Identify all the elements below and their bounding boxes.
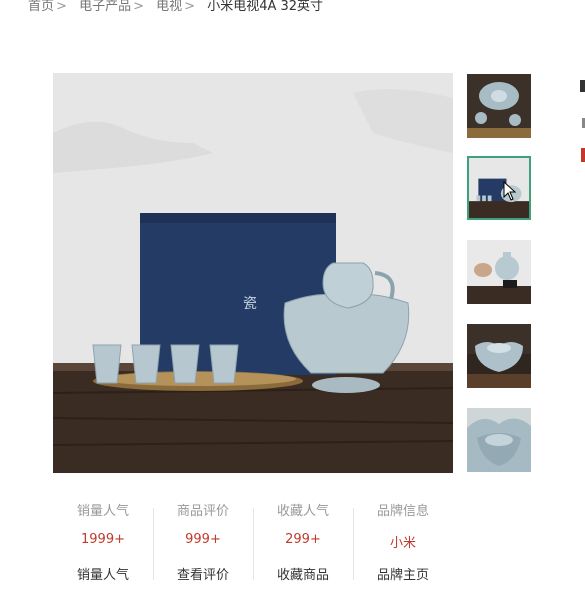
stat-brand: 品牌信息 小米 品牌主页 [353, 492, 453, 588]
favorite-product-link[interactable]: 收藏商品 [253, 564, 353, 583]
view-reviews-link[interactable]: 查看评价 [153, 564, 253, 583]
breadcrumb: 首页 > 电子产品 > 电视 > 小米电视4A 32英寸 [28, 0, 323, 18]
stat-sales: 销量人气 1999+ 销量人气 [53, 492, 153, 588]
thumbnail-1[interactable] [467, 74, 531, 138]
stat-value: 小米 [389, 536, 416, 551]
stat-value: 299+ [285, 532, 321, 547]
brand-home-link[interactable]: 品牌主页 [353, 564, 453, 583]
stat-label: 收藏人气 [276, 504, 329, 519]
main-product-image[interactable]: 瓷 [53, 73, 453, 473]
breadcrumb-home[interactable]: 首页 [28, 0, 54, 14]
tea-set-photo: 瓷 [53, 73, 453, 473]
breadcrumb-separator: > [133, 0, 144, 14]
stat-favorites: 收藏人气 299+ 收藏商品 [253, 492, 353, 588]
breadcrumb-electronics[interactable]: 电子产品 [79, 0, 131, 14]
thumbnail-1-photo [467, 74, 531, 138]
stat-sales-link[interactable]: 销量人气 [53, 564, 153, 583]
svg-text:瓷: 瓷 [243, 296, 257, 312]
thumbnail-2[interactable] [467, 156, 531, 220]
thumbnail-3[interactable] [467, 240, 531, 304]
stat-label: 商品评价 [176, 504, 229, 519]
clipped-title-fragment [580, 80, 585, 92]
thumbnail-3-photo [467, 240, 531, 304]
thumbnail-5[interactable] [467, 408, 531, 472]
thumbnail-5-photo [467, 408, 531, 472]
clipped-price-fragment [581, 148, 585, 162]
breadcrumb-tv[interactable]: 电视 [156, 0, 182, 14]
product-stats: 销量人气 1999+ 销量人气 商品评价 999+ 查看评价 收藏人气 299+… [53, 492, 453, 588]
stat-label: 销量人气 [76, 504, 129, 519]
thumbnail-2-photo [469, 158, 529, 218]
stat-value: 999+ [185, 532, 221, 547]
breadcrumb-current: 小米电视4A 32英寸 [207, 0, 324, 14]
thumbnail-4[interactable] [467, 324, 531, 388]
breadcrumb-separator: > [56, 0, 67, 14]
breadcrumb-separator: > [184, 0, 196, 14]
stat-reviews: 商品评价 999+ 查看评价 [153, 492, 253, 588]
stat-label: 品牌信息 [376, 504, 429, 519]
stat-value: 1999+ [81, 532, 125, 547]
thumbnail-4-photo [467, 324, 531, 388]
